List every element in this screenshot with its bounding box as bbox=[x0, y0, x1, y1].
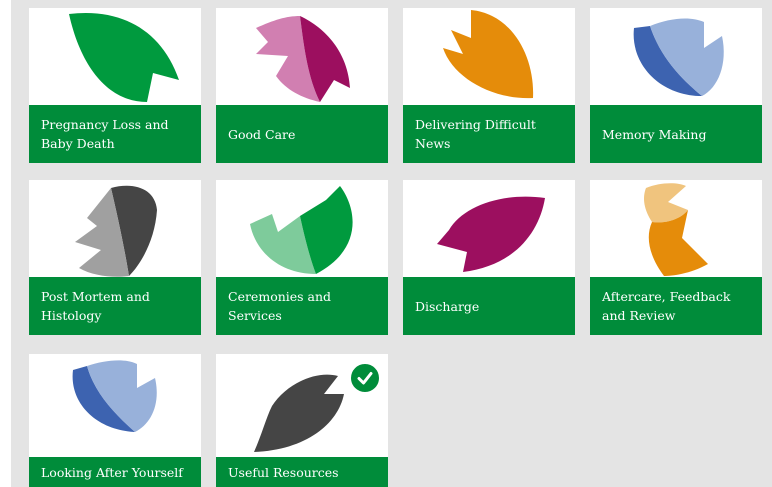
tile-label: Post Mortem and Histology bbox=[29, 277, 201, 335]
blue-leaf-icon-2 bbox=[72, 360, 157, 432]
module-tile-ceremonies[interactable]: Ceremonies and Services bbox=[216, 180, 388, 335]
pink-magenta-leaf-icon bbox=[256, 16, 350, 102]
tile-label: Discharge bbox=[403, 277, 575, 335]
magenta-leaf-icon bbox=[437, 196, 545, 272]
tile-label: Aftercare, Feedback and Review bbox=[590, 277, 762, 335]
tile-label: Memory Making bbox=[590, 105, 762, 163]
tile-label: Delivering Difficult News bbox=[403, 105, 575, 163]
tile-label: Pregnancy Loss and Baby Death bbox=[29, 105, 201, 163]
module-tile-post-mortem[interactable]: Post Mortem and Histology bbox=[29, 180, 201, 335]
completed-checkmark-icon bbox=[349, 362, 381, 394]
module-tile-delivering-news[interactable]: Delivering Difficult News bbox=[403, 8, 575, 163]
module-tile-pregnancy-loss[interactable]: Pregnancy Loss and Baby Death bbox=[29, 8, 201, 163]
module-tile-memory-making[interactable]: Memory Making bbox=[590, 8, 762, 163]
modules-panel: Pregnancy Loss and Baby Death Good Care … bbox=[11, 0, 772, 487]
module-tile-aftercare[interactable]: Aftercare, Feedback and Review bbox=[590, 180, 762, 335]
tile-label: Useful Resources bbox=[216, 457, 388, 487]
module-tile-discharge[interactable]: Discharge bbox=[403, 180, 575, 335]
grey-leaf-icon bbox=[75, 185, 157, 277]
orange-leaf-icon bbox=[443, 10, 534, 99]
tile-label: Ceremonies and Services bbox=[216, 277, 388, 335]
light-green-leaf-icon bbox=[250, 186, 353, 274]
module-tile-good-care[interactable]: Good Care bbox=[216, 8, 388, 163]
blue-leaf-icon bbox=[633, 18, 724, 96]
tile-label: Good Care bbox=[216, 105, 388, 163]
module-tile-looking-after-yourself[interactable]: Looking After Yourself bbox=[29, 354, 201, 487]
green-leaf-icon bbox=[69, 12, 179, 103]
orange-leaf-icon-2 bbox=[644, 183, 708, 276]
tile-label: Looking After Yourself bbox=[29, 457, 201, 487]
